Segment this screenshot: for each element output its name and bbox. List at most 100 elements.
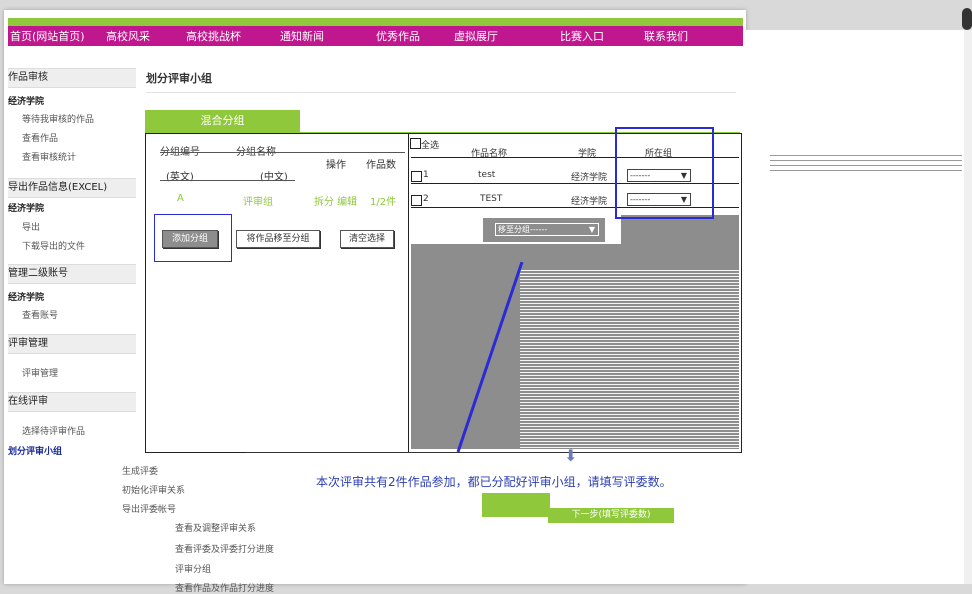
move-to-group-button[interactable]: 将作品移至分组 xyxy=(236,230,320,248)
artifact-stripe xyxy=(520,444,739,445)
artifact-stripe xyxy=(520,378,739,379)
page-title: 划分评审小组 xyxy=(146,72,212,85)
nav-item-home[interactable]: 首页(网站首页) xyxy=(10,28,85,44)
col-group-id: 分组编号 xyxy=(160,143,200,158)
sidebar-head-export[interactable]: 导出作品信息(EXCEL) xyxy=(8,178,136,198)
right-scroll-strip xyxy=(964,30,972,584)
artifact-stripe xyxy=(520,276,739,277)
artifact-stripe xyxy=(520,363,739,364)
chevron-down-icon: ▼ xyxy=(588,225,595,234)
select-all-checkbox[interactable] xyxy=(410,138,421,149)
top-nav: 首页(网站首页) 高校风采 高校挑战杯 通知新闻 优秀作品 虚拟展厅 比赛入口 … xyxy=(8,26,743,46)
artifact-stripe xyxy=(520,429,739,430)
sidebar-head-accounts[interactable]: 管理二级账号 xyxy=(8,264,136,284)
sidebar-item-view-works[interactable]: 查看作品 xyxy=(22,131,58,144)
row-college: 经济学院 xyxy=(571,197,608,207)
artifact-stripe xyxy=(520,387,739,388)
artifact-stripe xyxy=(520,414,739,415)
nav-item-news[interactable]: 通知新闻 xyxy=(280,28,324,44)
title-divider xyxy=(146,92,736,93)
artifact-stripe xyxy=(520,348,739,349)
menu-subitem-adjust[interactable]: 查看及调整评审关系 xyxy=(175,521,256,534)
artifact-stripe xyxy=(520,279,739,280)
row-checkbox[interactable] xyxy=(411,171,422,182)
artifact-stripe xyxy=(520,318,739,319)
sidebar-item-view-accounts[interactable]: 查看账号 xyxy=(22,308,58,321)
menu-item-init[interactable]: 初始化评审关系 xyxy=(122,483,185,496)
row-checkbox[interactable] xyxy=(411,195,422,206)
artifact-stripe xyxy=(520,441,739,442)
artifact-stripe xyxy=(520,423,739,424)
menu-subitem-works-progress[interactable]: 查看作品及作品打分进度 xyxy=(175,581,274,594)
artifact-stripe xyxy=(520,384,739,385)
add-group-button[interactable]: 添加分组 xyxy=(162,230,218,248)
artifact-stripe xyxy=(520,315,739,316)
move-select-wrapper: 移至分组------ ▼ xyxy=(482,217,606,243)
menu-item-generate[interactable]: 生成评委 xyxy=(122,464,158,477)
group-row-actions[interactable]: 拆分 编辑 xyxy=(314,193,357,208)
menu-subitem-grouping[interactable]: 评审分组 xyxy=(175,562,211,575)
artifact-stripe xyxy=(520,426,739,427)
sidebar-item-pending[interactable]: 等待我审核的作品 xyxy=(22,112,94,125)
header-rule xyxy=(160,152,405,153)
sidebar-sub-college: 经济学院 xyxy=(8,204,45,214)
row-number: 2 xyxy=(423,194,429,204)
artifact-stripe xyxy=(520,399,739,400)
group-row-id: A xyxy=(177,193,184,204)
right-blank-area xyxy=(742,30,964,584)
status-message: 本次评审共有2件作品参加，都已分配好评审小组，请填写评委数。 xyxy=(316,475,672,489)
group-column-highlight xyxy=(615,127,714,219)
artifact-stripe xyxy=(520,396,739,397)
artifact-stripe xyxy=(520,300,739,301)
sidebar-item-export[interactable]: 导出 xyxy=(22,220,40,233)
menu-item-export-accounts[interactable]: 导出评委帐号 xyxy=(122,502,176,515)
clear-selection-button[interactable]: 清空选择 xyxy=(340,230,394,248)
nav-item-challenge[interactable]: 高校挑战杯 xyxy=(186,28,241,44)
nav-item-entry[interactable]: 比赛入口 xyxy=(560,28,604,44)
sub-rule xyxy=(160,180,295,181)
artifact-stripe xyxy=(520,330,739,331)
nav-item-style[interactable]: 高校风采 xyxy=(106,28,150,44)
sidebar-item-review-manage[interactable]: 评审管理 xyxy=(22,366,58,379)
sidebar-item-select-works[interactable]: 选择待评审作品 xyxy=(22,424,85,437)
sidebar-head-review[interactable]: 作品审核 xyxy=(8,68,136,88)
artifact-stripe xyxy=(520,375,739,376)
artifact-stripe xyxy=(520,354,739,355)
artifact-stripe xyxy=(520,360,739,361)
artifact-stripe xyxy=(520,393,739,394)
blue-line-wrapper xyxy=(456,262,526,452)
sidebar-sub-college: 经济学院 xyxy=(8,97,45,107)
bottom-rule xyxy=(246,452,740,453)
next-step-button[interactable]: 下一步(填写评委数) xyxy=(548,508,674,523)
artifact-stripe xyxy=(520,351,739,352)
nav-item-contact[interactable]: 联系我们 xyxy=(644,28,688,44)
row-number: 1 xyxy=(423,170,429,180)
tab-mixed-group[interactable]: 混合分组 xyxy=(145,110,300,132)
artifact-stripe xyxy=(520,273,739,274)
artifact-stripe xyxy=(520,333,739,334)
col-count: 作品数 xyxy=(366,160,396,171)
sidebar-item-stats[interactable]: 查看审核统计 xyxy=(22,150,76,163)
artifact-stripe xyxy=(520,297,739,298)
move-to-group-select[interactable]: 移至分组------ ▼ xyxy=(495,223,599,236)
artifact-stripe xyxy=(520,345,739,346)
artifact-stripe xyxy=(520,366,739,367)
select-all-label: 全选 xyxy=(421,141,440,151)
artifact-stripe xyxy=(520,411,739,412)
sidebar-head-review-manage[interactable]: 评审管理 xyxy=(8,334,136,354)
sidebar-head-online-review[interactable]: 在线评审 xyxy=(8,392,136,412)
nav-item-works[interactable]: 优秀作品 xyxy=(376,28,420,44)
menu-subitem-progress[interactable]: 查看评委及评委打分进度 xyxy=(175,542,274,555)
nav-item-hall[interactable]: 虚拟展厅 xyxy=(454,28,498,44)
blue-diagonal-line xyxy=(456,262,524,452)
artifact-line xyxy=(770,170,962,171)
artifact-stripe xyxy=(520,402,739,403)
artifact-stripe xyxy=(520,288,739,289)
artifact-stripe xyxy=(520,282,739,283)
artifact-stripe xyxy=(520,339,739,340)
menu-head[interactable]: 划分评审小组 xyxy=(8,444,62,457)
group-row-count: 1/2件 xyxy=(370,197,397,208)
artifact-stripe xyxy=(520,291,739,292)
artifact-stripe xyxy=(520,357,739,358)
sidebar-item-download[interactable]: 下载导出的文件 xyxy=(22,239,85,252)
